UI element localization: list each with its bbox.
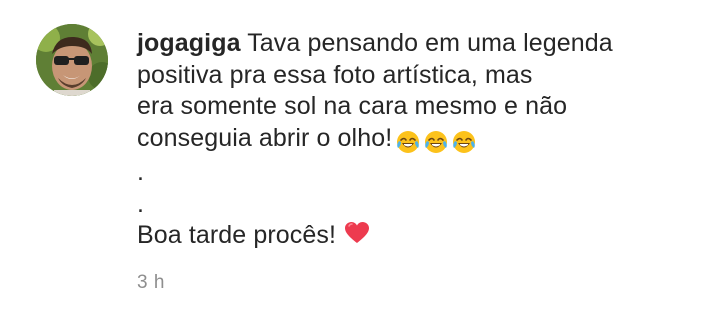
comment-timestamp: 3 h (137, 272, 165, 293)
comment-line-3: era somente sol na cara mesmo e não (137, 92, 568, 120)
comment-text: jogagiga Tava pensando em uma legenda po… (137, 28, 697, 252)
comment-line-4: conseguia abrir o olho! (137, 123, 697, 158)
comment-line-6: . (137, 189, 145, 218)
avatar-photo (36, 24, 108, 96)
face-with-tears-of-joy-icon (453, 130, 476, 153)
comment-body: jogagiga Tava pensando em uma legenda po… (137, 28, 697, 252)
comment-line-7: Boa tarde procês! (137, 220, 697, 252)
face-with-tears-of-joy-icon (425, 130, 448, 153)
comment-line-1: jogagiga Tava pensando em uma legenda (137, 28, 697, 60)
comment-text-segment: Tava pensando em uma legenda (247, 29, 613, 57)
comment-text-segment: conseguia abrir o olho! (137, 123, 393, 152)
emoji-row (396, 126, 480, 158)
username[interactable]: jogagiga (137, 29, 241, 57)
comment: jogagiga Tava pensando em uma legenda po… (0, 0, 720, 327)
face-with-tears-of-joy-icon (397, 130, 420, 153)
comment-line-5: . (137, 158, 145, 186)
red-heart-icon (345, 222, 370, 243)
avatar[interactable] (36, 24, 108, 96)
comment-text-segment: Boa tarde procês! (137, 221, 337, 249)
comment-line-2: positiva pra essa foto artística, mas (137, 60, 533, 89)
